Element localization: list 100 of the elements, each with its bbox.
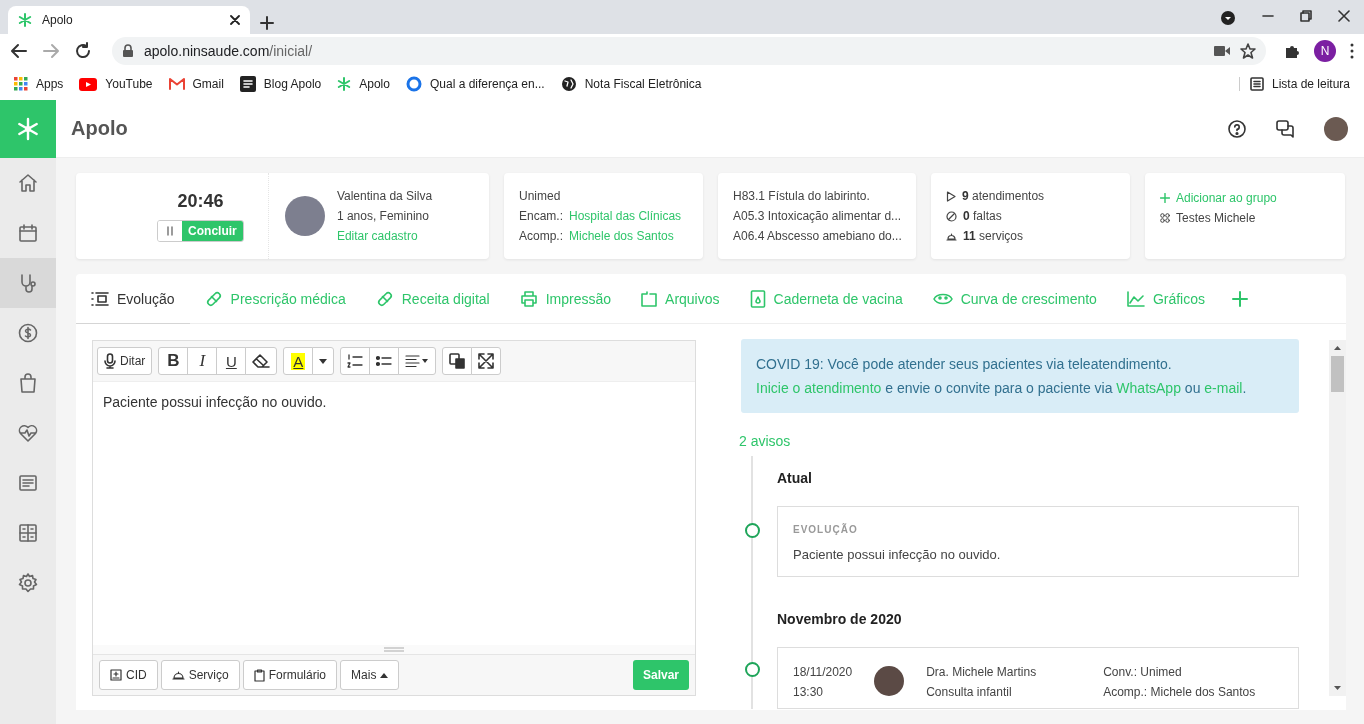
- text-color-button[interactable]: A: [283, 347, 314, 375]
- logo-mark[interactable]: [0, 100, 56, 158]
- resize-handle-icon: [384, 647, 404, 652]
- underline-button[interactable]: U: [216, 347, 247, 375]
- covid-notice: COVID 19: Você pode atender seus pacientes via teleatendimento. Inicie o atendimento e envie o convite para o paciente via WhatsApp ou e-mail.: [741, 339, 1299, 413]
- vaccine-card-icon: [749, 289, 766, 308]
- service-bell-icon: [946, 231, 957, 241]
- bookmark[interactable]: YouTube: [79, 77, 153, 91]
- dictate-button[interactable]: Ditar: [97, 347, 153, 375]
- patient-info: 1 anos, Feminino: [336, 209, 430, 223]
- footer-button[interactable]: Formulário: [242, 660, 338, 690]
- clipboard-icon: [253, 668, 265, 682]
- numbered-list-icon: [347, 354, 364, 368]
- bookmark[interactable]: Gmail: [168, 77, 224, 91]
- stat-text: 9 atendimentos: [962, 189, 1045, 203]
- scrollbar[interactable]: [1329, 340, 1346, 696]
- sidebar-item[interactable]: [0, 258, 56, 308]
- profile-avatar[interactable]: N: [1314, 40, 1336, 62]
- bullet-list-icon: [376, 355, 393, 367]
- asterisk-logo-icon: [16, 117, 40, 141]
- bookmark[interactable]: Nota Fiscal Eletrônica: [560, 76, 702, 92]
- more-button[interactable]: Mais: [340, 660, 400, 690]
- profile-dropdown-icon: [1220, 10, 1236, 26]
- group-name: Testes Michele: [1176, 211, 1256, 225]
- user-avatar[interactable]: [1324, 116, 1348, 141]
- timer-display: 20:46: [177, 190, 224, 212]
- restore-icon: [1300, 10, 1312, 22]
- bookmark[interactable]: Qual a diferença en...: [405, 76, 545, 92]
- footer-button[interactable]: Serviço: [160, 660, 240, 690]
- settings-icon: [17, 572, 39, 594]
- chat-icon: [1276, 119, 1294, 138]
- eraser-button[interactable]: [245, 347, 278, 375]
- align-button[interactable]: [398, 347, 437, 375]
- bookmark[interactable]: Apolo: [337, 77, 390, 91]
- scroll-up-icon: [1334, 346, 1341, 350]
- line-chart-icon: [1126, 290, 1145, 307]
- visit-date: 18/11/2020: [793, 664, 853, 681]
- visit-insurance: Conv.: Unimed: [1103, 664, 1183, 681]
- mail-icon: [168, 78, 185, 90]
- diagnosis-text: A05.3 Intoxicação alimentar d...: [733, 209, 901, 223]
- pause-icon: [166, 225, 175, 236]
- document-list-icon: [17, 472, 39, 494]
- patient-avatar: [284, 196, 325, 236]
- microphone-icon: [104, 353, 116, 369]
- timeline-heading: Atual: [777, 470, 813, 486]
- lock-icon: [122, 44, 134, 58]
- asterisk-logo-icon: [18, 13, 32, 27]
- timeline-node-icon: [745, 662, 760, 677]
- heart-pulse-icon: [17, 422, 39, 444]
- bold-button[interactable]: B: [158, 347, 189, 375]
- apps-grid-icon: [14, 77, 28, 91]
- tab[interactable]: Evolução: [76, 274, 190, 324]
- reading-list-icon: [1249, 77, 1264, 91]
- medical-box-icon: [110, 669, 122, 681]
- pill-icon: [375, 289, 394, 308]
- asterisk-logo-icon: [337, 77, 352, 91]
- entry-text: Paciente possui infecção no ouvido.: [793, 547, 1002, 562]
- play-outline-icon: [946, 190, 956, 202]
- address-bar[interactable]: apolo.ninsaude.com/inicial/: [112, 37, 1266, 65]
- insurance-plan: Unimed: [519, 189, 562, 203]
- stat-text: 0 faltas: [963, 209, 1002, 223]
- visit-time: 13:30: [793, 684, 825, 701]
- printer-icon: [519, 289, 538, 308]
- service-bell-icon: [171, 670, 185, 680]
- timeline-heading: Novembro de 2020: [777, 611, 903, 627]
- shopping-bag-icon: [17, 372, 39, 394]
- numbered-list-button[interactable]: [340, 347, 371, 375]
- puzzle-piece-icon: [1284, 43, 1300, 59]
- visit-companion: Acomp.: Michele dos Santos: [1103, 684, 1256, 701]
- patient-name: Valentina da Silva: [336, 189, 433, 203]
- scroll-down-icon: [1334, 686, 1341, 690]
- back-arrow-icon: [10, 42, 28, 60]
- stat-text: 11 serviços: [963, 229, 1024, 243]
- close-icon: [1338, 10, 1350, 22]
- bullet-list-button[interactable]: [369, 347, 400, 375]
- forward-arrow-icon: [42, 42, 60, 60]
- expand-arrows-icon: [478, 353, 495, 369]
- browser-tab[interactable]: Apolo: [8, 6, 250, 34]
- reload-icon: [74, 42, 92, 60]
- ring-icon: [405, 76, 422, 92]
- bookmark[interactable]: Apps: [14, 77, 64, 91]
- bookmark[interactable]: Blog Apolo: [239, 76, 322, 92]
- dollar-coin-icon: [17, 322, 39, 344]
- fullscreen-button[interactable]: [471, 347, 502, 375]
- editor-text[interactable]: Paciente possui infecção no ouvido.: [93, 382, 695, 645]
- menu-dots-icon: [1350, 43, 1354, 59]
- scrollbar-thumb[interactable]: [1331, 356, 1344, 392]
- entry-category: EVOLUÇÃO: [793, 524, 858, 535]
- eraser-icon: [252, 354, 271, 368]
- diagnosis-text: H83.1 Fístula do labirinto.: [733, 189, 871, 203]
- dropdown-button[interactable]: [312, 347, 335, 375]
- footer-button[interactable]: CID: [99, 660, 158, 690]
- star-icon: [1240, 43, 1256, 59]
- italic-button[interactable]: I: [187, 347, 218, 375]
- translate-button[interactable]: [442, 347, 473, 375]
- reading-list-button[interactable]: Lista de leitura: [1238, 77, 1350, 91]
- new-tab-icon: [260, 16, 274, 30]
- doctor-avatar: [874, 666, 905, 696]
- pill-icon: [204, 289, 223, 308]
- document-icon: [239, 76, 256, 92]
